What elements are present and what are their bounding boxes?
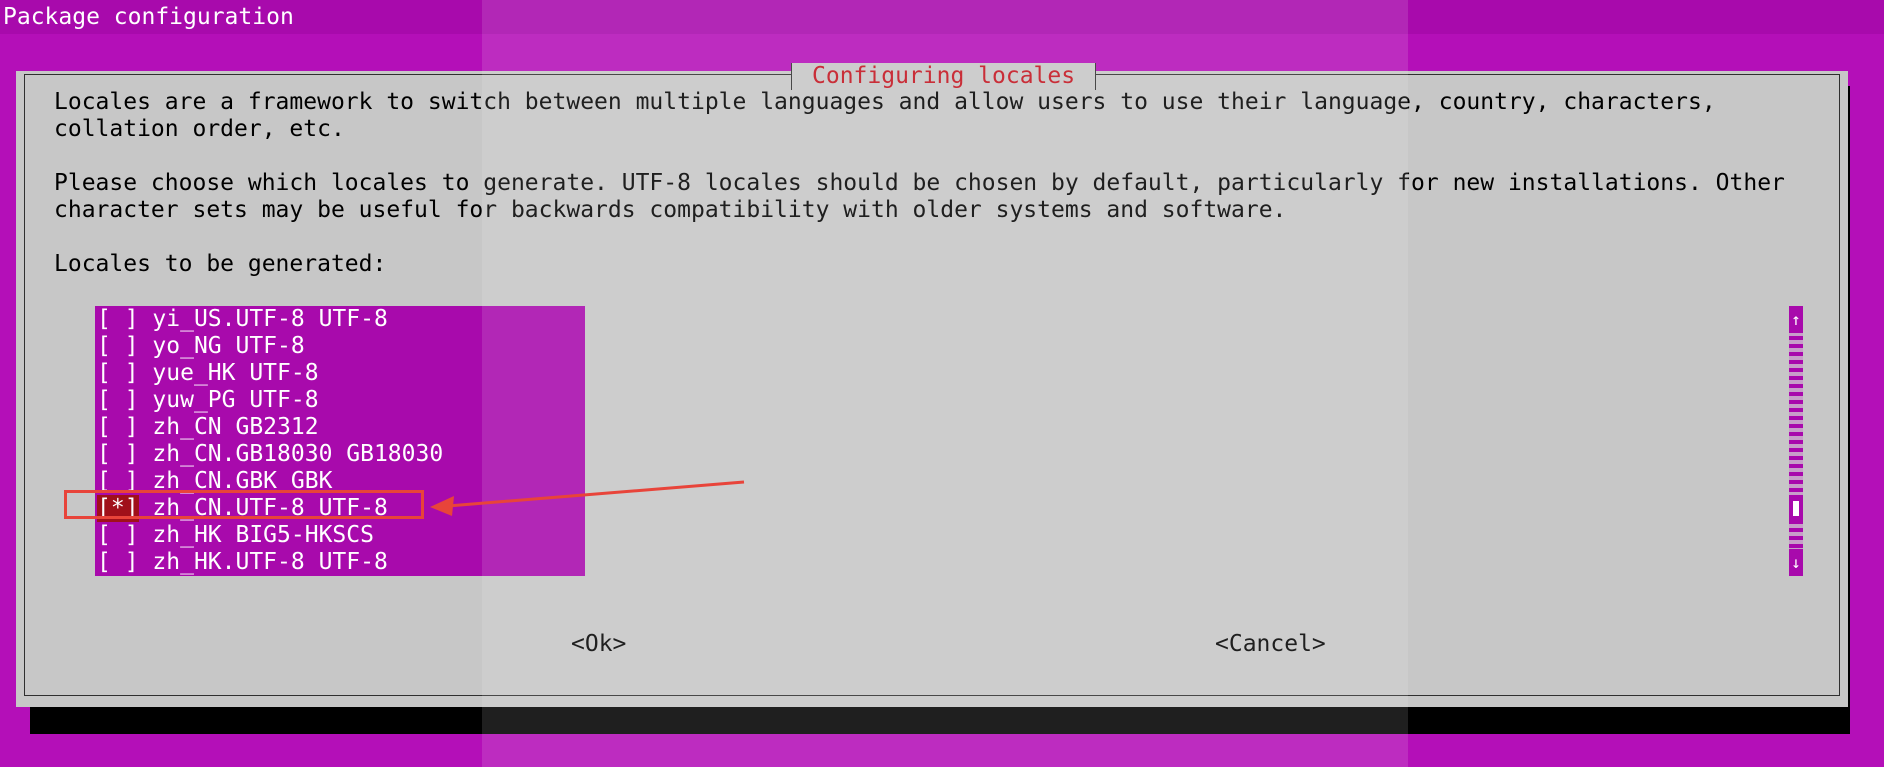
checkbox[interactable]: [ ] [97,549,139,575]
locale-item-yi-us[interactable]: [ ] yi_US.UTF-8 UTF-8 [97,306,388,333]
locale-item-yue-hk[interactable]: [ ] yue_HK UTF-8 [97,360,319,387]
instruction-line-1: Please choose which locales to generate.… [54,170,1785,196]
cancel-button[interactable]: <Cancel> [1215,631,1326,658]
locale-label: yi_US.UTF-8 UTF-8 [152,306,388,332]
ok-button[interactable]: <Ok> [571,631,626,658]
locale-label: yo_NG UTF-8 [152,333,305,359]
locale-label: yuw_PG UTF-8 [152,387,319,413]
locale-label: zh_HK BIG5-HKSCS [152,522,374,548]
locales-list-label: Locales to be generated: [54,251,387,277]
scroll-up-arrow-icon[interactable]: ↑ [1789,306,1803,333]
locale-item-zh-hk-utf8[interactable]: [ ] zh_HK.UTF-8 UTF-8 [97,549,388,576]
window-titlebar: Package configuration [0,0,1884,34]
checkbox[interactable]: [ ] [97,306,139,332]
locale-item-zh-cn-gb18030[interactable]: [ ] zh_CN.GB18030 GB18030 [97,441,443,468]
list-scrollbar[interactable]: ↑ ↓ [1789,306,1803,576]
checkbox[interactable]: [ ] [97,414,139,440]
configuring-locales-dialog: Configuring locales Locales are a framew… [16,63,1848,707]
annotation-highlight-box [64,490,424,519]
dialog-title: Configuring locales [791,63,1097,90]
locale-item-zh-hk-big5[interactable]: [ ] zh_HK BIG5-HKSCS [97,522,374,549]
locale-label: zh_CN GB2312 [152,414,319,440]
scroll-down-arrow-icon[interactable]: ↓ [1789,549,1803,576]
locale-label: zh_CN.GB18030 GB18030 [152,441,444,467]
description-line-2: collation order, etc. [54,116,345,142]
locale-label: zh_HK.UTF-8 UTF-8 [152,549,388,575]
checkbox[interactable]: [ ] [97,441,139,467]
checkbox[interactable]: [ ] [97,360,139,386]
window-title: Package configuration [3,4,294,30]
locale-item-zh-cn-gb2312[interactable]: [ ] zh_CN GB2312 [97,414,319,441]
scrollbar-thumb[interactable] [1789,495,1803,522]
locale-item-yuw-pg[interactable]: [ ] yuw_PG UTF-8 [97,387,319,414]
dialog-frame: Configuring locales Locales are a framew… [24,63,1840,696]
locale-label: yue_HK UTF-8 [152,360,319,386]
instruction-line-2: character sets may be useful for backwar… [54,197,1287,223]
checkbox[interactable]: [ ] [97,522,139,548]
checkbox[interactable]: [ ] [97,333,139,359]
description-line-1: Locales are a framework to switch betwee… [54,89,1716,115]
checkbox[interactable]: [ ] [97,387,139,413]
annotation-arrow-icon [430,480,745,516]
locale-item-yo-ng[interactable]: [ ] yo_NG UTF-8 [97,333,305,360]
locales-list[interactable]: [ ] yi_US.UTF-8 UTF-8 [ ] yo_NG UTF-8 [ … [95,306,585,576]
